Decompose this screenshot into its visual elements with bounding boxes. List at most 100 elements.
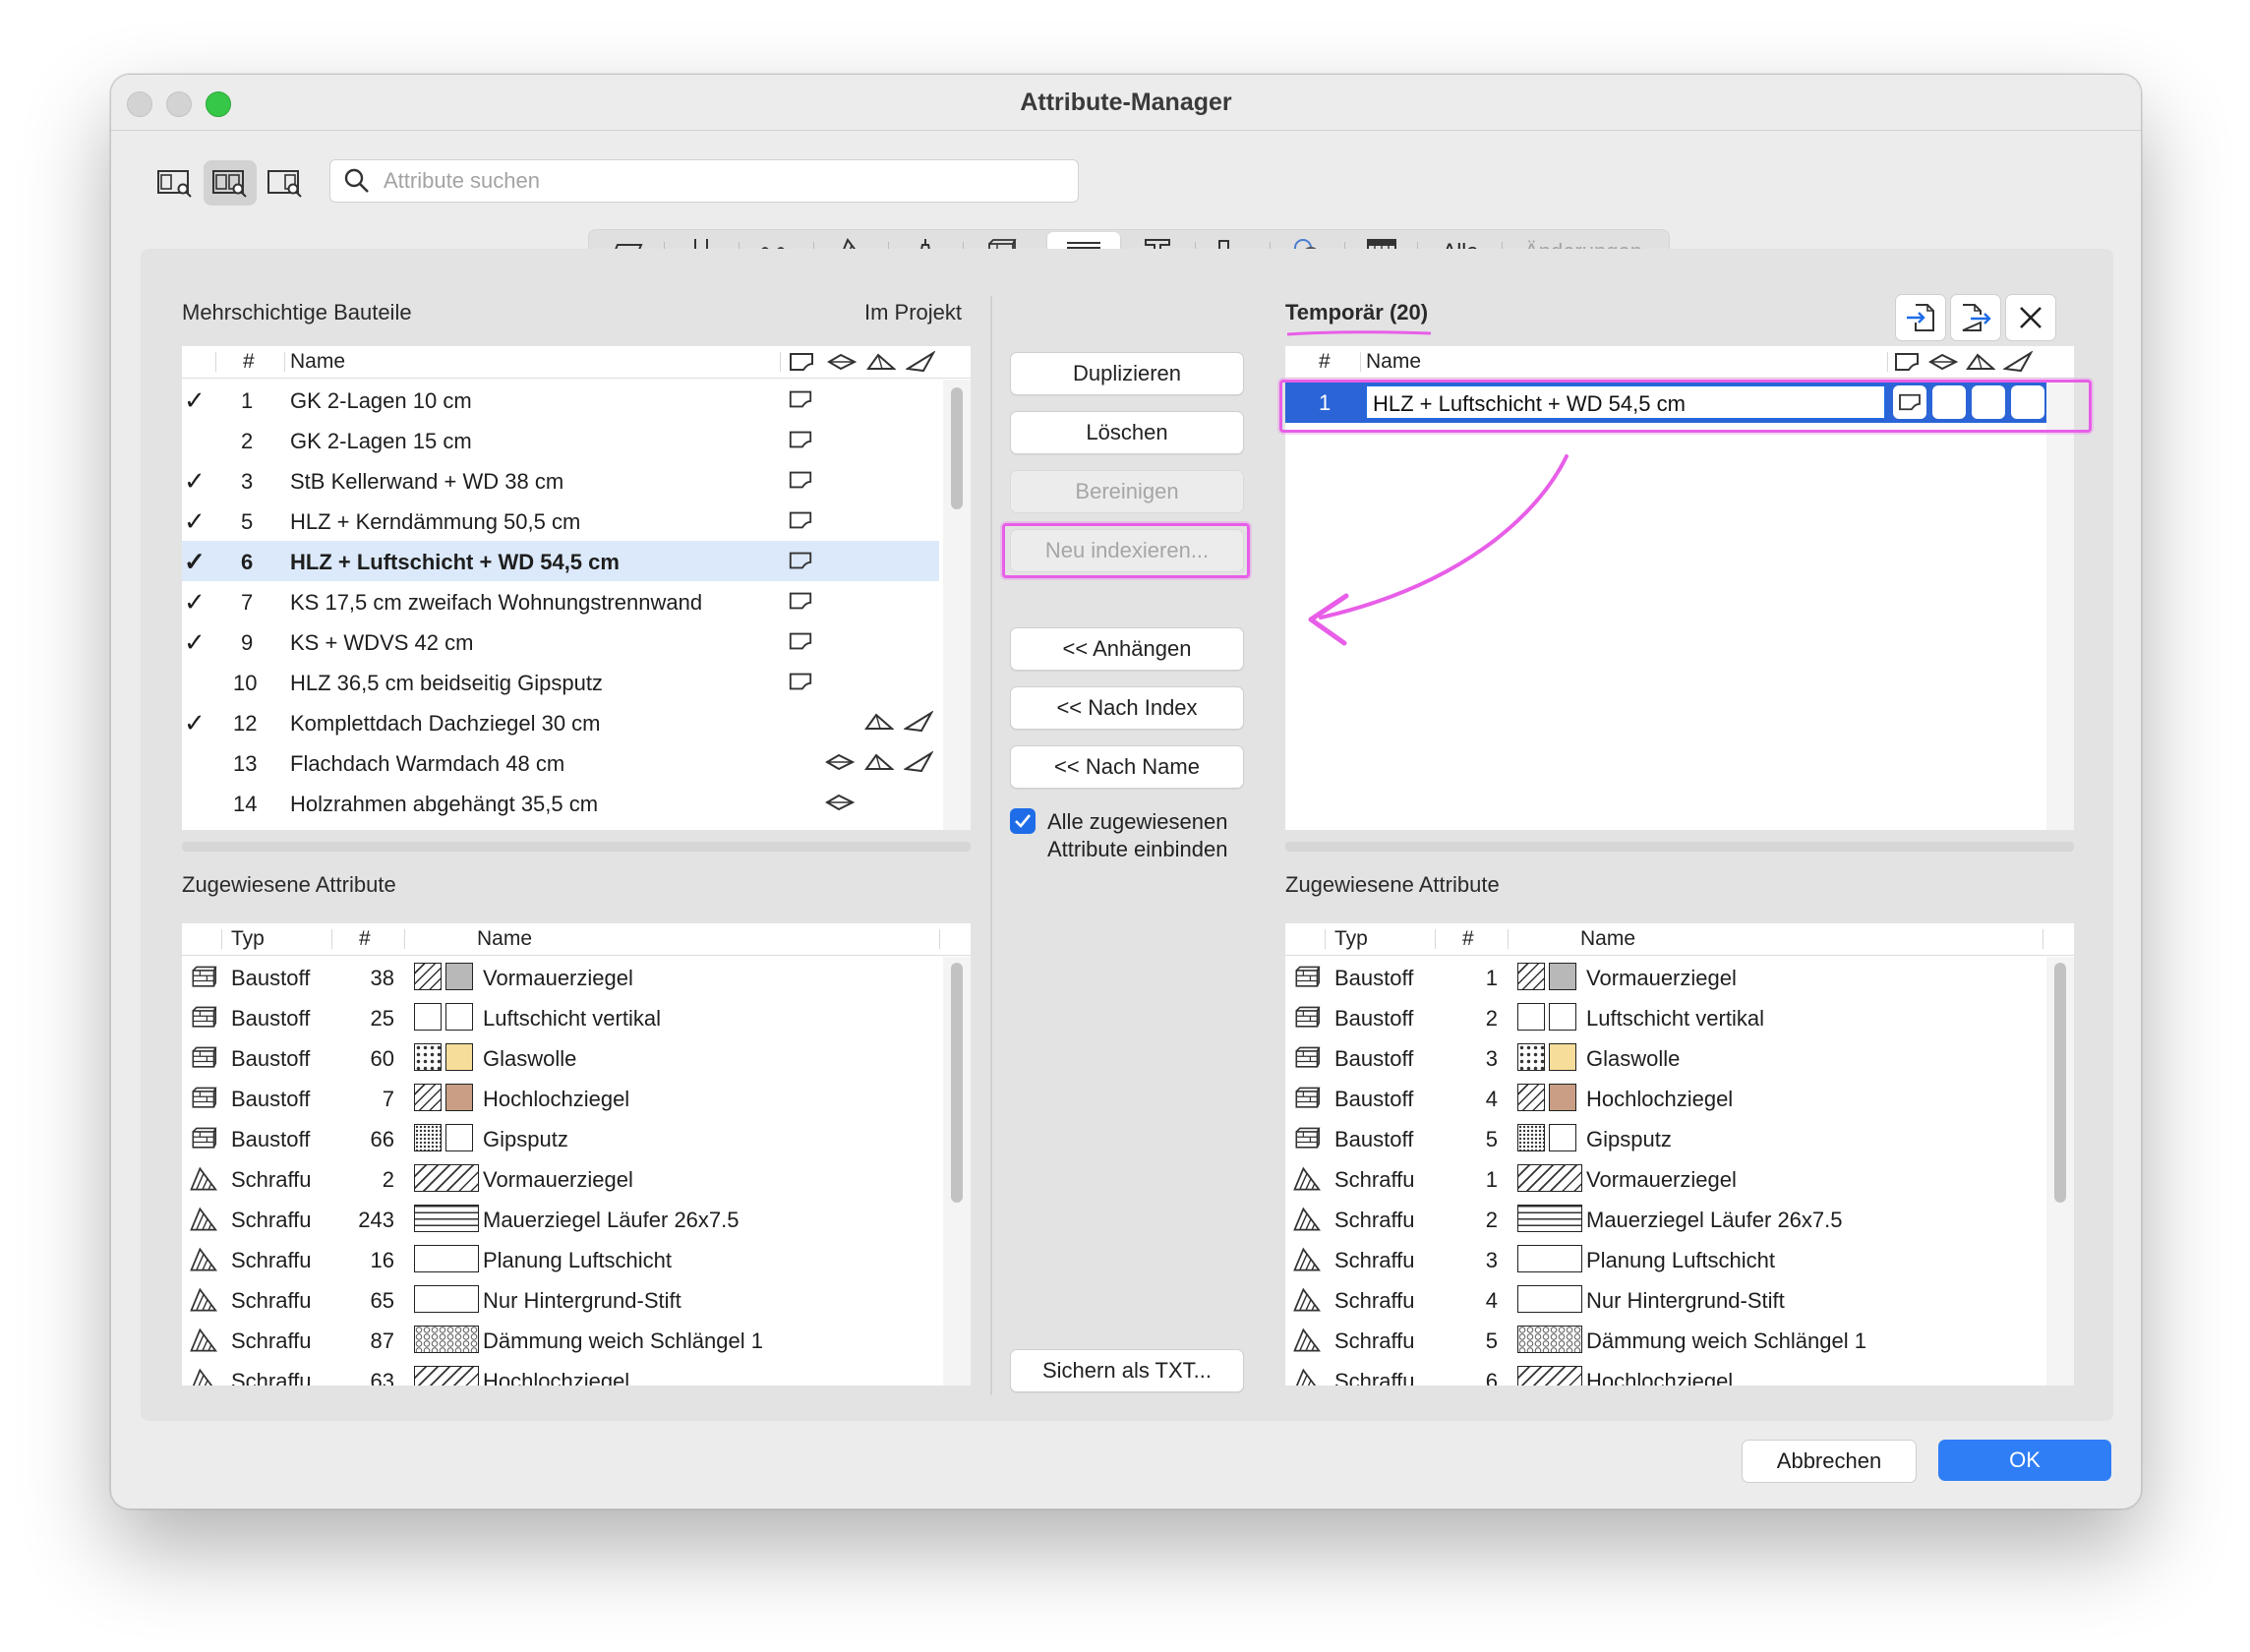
composite-row[interactable]: 2 GK 2-Lagen 15 cm xyxy=(182,420,939,460)
composite-row[interactable]: ✓ 5 HLZ + Kerndämmung 50,5 cm xyxy=(182,501,939,541)
left-assigned-list[interactable]: Typ # Name Baustoff 38 Vormauerziegel Baust… xyxy=(182,923,971,1386)
assigned-row[interactable]: Baustoff 60 Glaswolle xyxy=(182,1037,939,1078)
column-name[interactable]: Name xyxy=(1366,350,1421,374)
row-type: Baustoff xyxy=(1334,1087,1414,1111)
row-num: 13 xyxy=(233,751,258,776)
building-material-icon xyxy=(188,965,217,996)
pattern-swatch xyxy=(1517,1245,1582,1273)
assigned-row[interactable]: Schraffu 2 Vormauerziegel xyxy=(182,1158,939,1199)
close-file-button[interactable] xyxy=(2005,294,2056,341)
row-num: 3 xyxy=(1485,1248,1498,1272)
column-type[interactable]: Typ xyxy=(231,927,265,951)
assigned-row[interactable]: Schraffu 243 Mauerziegel Läufer 26x7.5 xyxy=(182,1199,939,1239)
right-assigned-title: Zugewiesene Attribute xyxy=(1285,872,1500,897)
row-name: Vormauerziegel xyxy=(483,1167,633,1192)
assigned-row[interactable]: Baustoff 66 Gipsputz xyxy=(182,1118,939,1158)
column-num[interactable]: # xyxy=(243,350,255,374)
wall-tool-icon xyxy=(788,590,813,618)
fill-hatch-icon xyxy=(1291,1287,1321,1319)
assigned-row[interactable]: Baustoff 5 Gipsputz xyxy=(1285,1118,2043,1158)
assigned-row[interactable]: Baustoff 7 Hochlochziegel xyxy=(182,1078,939,1118)
checkmark-icon: ✓ xyxy=(184,547,206,576)
row-num: 243 xyxy=(358,1208,394,1232)
assigned-row[interactable]: Schraffu 63 Hochlochziegel xyxy=(182,1360,939,1386)
assigned-row[interactable]: Schraffu 87 Dämmung weich Schlängel 1 xyxy=(182,1320,939,1360)
import-file-button[interactable] xyxy=(1895,294,1946,341)
right-panel-view-icon[interactable] xyxy=(259,160,312,206)
composite-row[interactable]: ✓ 1 GK 2-Lagen 10 cm xyxy=(182,380,939,420)
row-name: Glaswolle xyxy=(1586,1046,1681,1071)
wall-tool-icon xyxy=(788,509,813,537)
save-txt-button[interactable]: Sichern als TXT... xyxy=(1010,1349,1244,1392)
ok-button[interactable]: OK xyxy=(1938,1440,2111,1481)
row-name: Hochlochziegel xyxy=(1586,1087,1734,1111)
composite-row[interactable]: 14 Holzrahmen abgehängt 35,5 cm xyxy=(182,783,939,823)
column-num[interactable]: # xyxy=(1462,927,1474,951)
assigned-row[interactable]: Schraffu 3 Planung Luftschicht xyxy=(1285,1239,2043,1279)
scope-label[interactable]: Im Projekt xyxy=(864,300,962,325)
assigned-row[interactable]: Schraffu 1 Vormauerziegel xyxy=(1285,1158,2043,1199)
composite-row[interactable]: ✓ 12 Komplettdach Dachziegel 30 cm xyxy=(182,702,939,742)
search-field[interactable] xyxy=(329,159,1079,203)
column-name[interactable]: Name xyxy=(1580,927,1635,951)
assigned-row[interactable]: Baustoff 3 Glaswolle xyxy=(1285,1037,2043,1078)
assigned-row[interactable]: Baustoff 25 Luftschicht vertikal xyxy=(182,997,939,1037)
append-button[interactable]: << Anhängen xyxy=(1010,627,1244,671)
search-input[interactable] xyxy=(382,166,1064,196)
building-material-icon xyxy=(1291,1005,1321,1036)
cleanup-button[interactable]: Bereinigen xyxy=(1010,470,1244,513)
delete-button[interactable]: Löschen xyxy=(1010,411,1244,454)
composite-row[interactable]: 13 Flachdach Warmdach 48 cm xyxy=(182,742,939,783)
assigned-row[interactable]: Baustoff 4 Hochlochziegel xyxy=(1285,1078,2043,1118)
assigned-row[interactable]: Baustoff 1 Vormauerziegel xyxy=(1285,957,2043,997)
by-name-button[interactable]: << Nach Name xyxy=(1010,745,1244,789)
row-type: Schraffu xyxy=(231,1248,312,1272)
right-assigned-list[interactable]: Typ # Name Baustoff 1 Vormauerziegel Bausto… xyxy=(1285,923,2074,1386)
assigned-row[interactable]: Schraffu 65 Nur Hintergrund-Stift xyxy=(182,1279,939,1320)
column-name[interactable]: Name xyxy=(290,350,345,374)
search-icon xyxy=(344,168,369,193)
assigned-row[interactable]: Schraffu 4 Nur Hintergrund-Stift xyxy=(1285,1279,2043,1320)
temporary-list-header: # Name xyxy=(1285,346,2074,379)
export-file-button[interactable] xyxy=(1950,294,2001,341)
composite-row[interactable]: ✓ 9 KS + WDVS 42 cm xyxy=(182,621,939,662)
assigned-row[interactable]: Schraffu 6 Hochlochziegel xyxy=(1285,1360,2043,1386)
row-type: Baustoff xyxy=(231,1127,311,1151)
assigned-row[interactable]: Baustoff 2 Luftschicht vertikal xyxy=(1285,997,2043,1037)
cancel-button[interactable]: Abbrechen xyxy=(1742,1440,1917,1483)
row-type: Baustoff xyxy=(1334,966,1414,990)
column-name[interactable]: Name xyxy=(477,927,532,951)
include-assigned-label[interactable]: Alle zugewiesenen Attribute einbinden xyxy=(1047,808,1254,863)
scrollbar-thumb[interactable] xyxy=(2054,963,2066,1203)
horizontal-scrollbar[interactable] xyxy=(1285,842,2074,852)
column-num[interactable]: # xyxy=(1319,350,1331,374)
composite-list[interactable]: # Name ✓ 1 GK 2-Lagen 10 cm 2 GK 2-Lagen 15 … xyxy=(182,346,971,830)
assigned-row[interactable]: Baustoff 38 Vormauerziegel xyxy=(182,957,939,997)
include-assigned-checkbox[interactable] xyxy=(1010,808,1036,834)
composite-row[interactable]: ✓ 7 KS 17,5 cm zweifach Wohnungstrennwand xyxy=(182,581,939,621)
pattern-swatch xyxy=(414,1043,473,1072)
dual-panel-view-icon[interactable] xyxy=(204,160,257,206)
composite-row[interactable]: ✓ 3 StB Kellerwand + WD 38 cm xyxy=(182,460,939,501)
column-num[interactable]: # xyxy=(359,927,371,951)
fill-hatch-icon xyxy=(188,1247,217,1278)
composite-row[interactable]: ✓ 6 HLZ + Luftschicht + WD 54,5 cm xyxy=(182,541,939,581)
building-material-icon xyxy=(1291,1086,1321,1117)
composite-row[interactable]: 10 HLZ 36,5 cm beidseitig Gipsputz xyxy=(182,662,939,702)
assigned-row[interactable]: Schraffu 2 Mauerziegel Läufer 26x7.5 xyxy=(1285,1199,2043,1239)
scrollbar-thumb[interactable] xyxy=(951,963,963,1203)
left-panel-view-icon[interactable] xyxy=(148,160,202,206)
row-num: 7 xyxy=(382,1087,394,1111)
shell-tool-icon xyxy=(903,750,934,779)
assigned-row[interactable]: Schraffu 16 Planung Luftschicht xyxy=(182,1239,939,1279)
building-material-icon xyxy=(1291,965,1321,996)
scrollbar-thumb[interactable] xyxy=(951,387,963,509)
duplicate-button[interactable]: Duplizieren xyxy=(1010,352,1244,395)
row-name: Vormauerziegel xyxy=(1586,1167,1737,1192)
column-type[interactable]: Typ xyxy=(1334,927,1368,951)
row-type: Baustoff xyxy=(231,1046,311,1071)
assigned-row[interactable]: Schraffu 5 Dämmung weich Schlängel 1 xyxy=(1285,1320,2043,1360)
by-index-button[interactable]: << Nach Index xyxy=(1010,686,1244,730)
horizontal-scrollbar[interactable] xyxy=(182,842,971,852)
close-icon xyxy=(2020,307,2042,328)
